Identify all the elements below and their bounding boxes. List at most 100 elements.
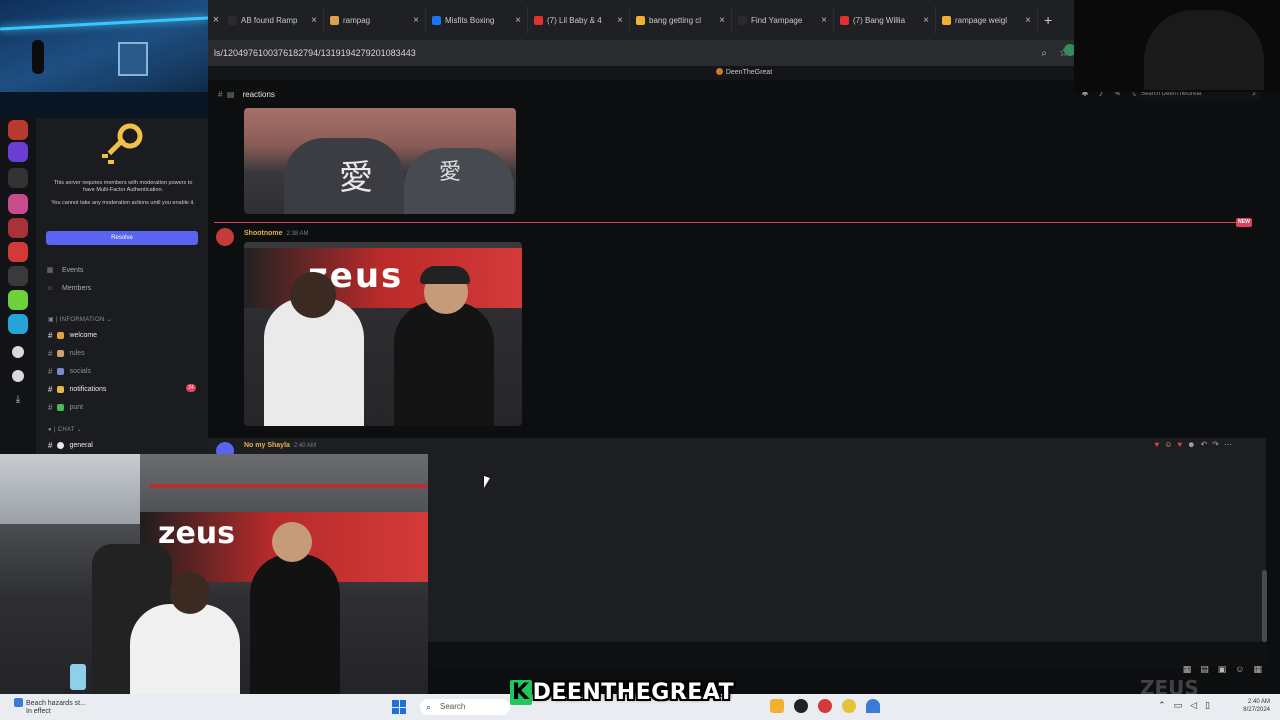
message-author[interactable]: No my Shayla <box>244 442 290 449</box>
sticker-icon[interactable]: ▣ <box>1218 664 1227 675</box>
close-icon[interactable]: × <box>617 15 623 26</box>
browser-tab[interactable]: bang getting cl × <box>630 6 732 34</box>
person-figure <box>250 554 340 694</box>
server-icon[interactable] <box>8 314 28 334</box>
reply-icon[interactable]: ↶ <box>1201 440 1208 449</box>
new-tab-button[interactable]: + <box>1038 12 1052 28</box>
category-label: CHAT <box>57 427 75 433</box>
category-chat[interactable]: ● | CHAT ⌄ <box>48 426 82 433</box>
channel-general[interactable]: # general <box>48 441 93 450</box>
search-icon[interactable]: ⌕ <box>1041 48 1047 59</box>
drink-can <box>70 664 86 690</box>
explore-icon[interactable] <box>12 370 24 382</box>
channel-punt[interactable]: # punt <box>48 403 83 412</box>
browser-tab[interactable]: AB found Ramp × <box>222 6 324 34</box>
browser-tab[interactable]: (7) Lil Baby & 4 × <box>528 6 630 34</box>
close-icon[interactable]: × <box>311 15 317 26</box>
heart-reaction-icon[interactable]: ♥ <box>1177 440 1182 449</box>
battery-icon[interactable]: ▯ <box>1205 700 1210 711</box>
app-icon[interactable] <box>818 699 832 713</box>
bell-icon <box>57 386 65 393</box>
scrollbar[interactable] <box>1262 570 1267 642</box>
server-icon[interactable] <box>8 290 28 310</box>
network-icon[interactable]: ▭ <box>1174 700 1183 711</box>
server-icon[interactable] <box>8 218 28 238</box>
message-composer[interactable] <box>428 642 1268 668</box>
add-reaction-icon[interactable]: ☻ <box>1187 440 1195 449</box>
server-icon[interactable] <box>8 194 28 214</box>
server-icon[interactable] <box>8 168 28 188</box>
category-information[interactable]: ▣ | INFORMATION ⌄ <box>48 316 112 323</box>
apps-icon[interactable]: ▦ <box>1253 664 1262 675</box>
tab-title: (7) Lil Baby & 4 <box>547 15 602 25</box>
taskbar-search[interactable]: ⌕ Search <box>420 699 510 715</box>
chevron-up-icon[interactable]: ⌃ <box>1158 700 1166 711</box>
server-icon[interactable] <box>8 142 28 162</box>
add-server-icon[interactable] <box>12 346 24 358</box>
image-text: 愛 <box>439 160 462 185</box>
address-bar[interactable]: ls/1204976100376182794/13191942792010834… <box>208 40 1074 66</box>
channel-rules[interactable]: # rules <box>48 349 85 358</box>
server-icon[interactable] <box>8 120 28 140</box>
resolve-button[interactable]: Resolve <box>46 231 198 245</box>
windows-start-icon[interactable] <box>392 700 406 714</box>
channel-notifications[interactable]: # notifications <box>48 385 106 394</box>
browser-tab[interactable]: (7) Bang Willia × <box>834 6 936 34</box>
mfa-warning-title: This server requires members with modera… <box>53 180 193 193</box>
channel-welcome[interactable]: # welcome <box>48 331 97 340</box>
close-icon[interactable]: × <box>719 15 725 26</box>
emoji-reaction-icon[interactable]: ☺ <box>1164 440 1172 449</box>
gif-icon[interactable]: ▤ <box>1200 664 1209 675</box>
channel-name: reactions <box>242 89 275 99</box>
tab-title: rampage weigl <box>955 15 1008 25</box>
hash-icon: # <box>48 403 53 412</box>
browser-tab[interactable]: rampag × <box>324 6 426 34</box>
tab-title: Misfits Boxing <box>445 15 495 25</box>
sidebar-item-events[interactable]: ▦ Events <box>46 266 84 275</box>
sidebar-item-members[interactable]: ☺ Members <box>46 285 91 292</box>
hash-icon: # <box>48 331 53 340</box>
message-time: 2:40 AM <box>293 443 316 449</box>
browser-tab[interactable]: rampage weigl × <box>936 6 1038 34</box>
led-strip <box>0 16 208 31</box>
sidebar-item-label: Events <box>62 266 84 274</box>
app-icon[interactable] <box>866 699 880 713</box>
tab-favicon-icon <box>738 15 747 25</box>
download-icon[interactable]: ⤓ <box>12 394 24 406</box>
close-icon[interactable]: × <box>210 14 222 26</box>
chrome-icon[interactable] <box>842 699 856 713</box>
close-icon[interactable]: × <box>413 15 419 26</box>
message-image[interactable]: zeus <box>244 242 522 426</box>
message-image[interactable]: 愛 愛 <box>244 108 516 214</box>
close-icon[interactable]: × <box>821 15 827 26</box>
server-icon[interactable] <box>8 266 28 286</box>
close-icon[interactable]: × <box>515 15 521 26</box>
channel-label: welcome <box>69 332 98 339</box>
message-author[interactable]: Shootnome <box>244 230 283 237</box>
avatar[interactable] <box>216 228 234 246</box>
taskbar-clock[interactable]: 2:40 AM 8/27/2024 <box>1243 698 1270 714</box>
browser-tab[interactable]: Find Yampage × <box>732 6 834 34</box>
members-icon: ☺ <box>46 285 54 292</box>
volume-icon[interactable]: ◁ <box>1190 700 1197 711</box>
app-icon[interactable] <box>794 699 808 713</box>
forward-icon[interactable]: ↷ <box>1212 440 1219 449</box>
close-icon[interactable]: × <box>1025 15 1031 26</box>
browser-tab[interactable]: Misfits Boxing × <box>426 6 528 34</box>
calendar-icon: ▦ <box>46 267 54 274</box>
server-icon[interactable] <box>8 242 28 262</box>
more-icon[interactable]: ⋯ <box>1224 440 1232 449</box>
channel-socials[interactable]: # socials <box>48 367 91 376</box>
heart-reaction-icon[interactable]: ♥ <box>1155 440 1160 449</box>
message-header: Shootnome 2:38 AM <box>244 230 309 237</box>
emoji-icon[interactable]: ☺ <box>1235 664 1244 675</box>
gift-icon[interactable]: ▦ <box>1183 664 1192 675</box>
person-figure <box>272 522 312 562</box>
emoji-icon <box>57 350 65 357</box>
close-icon[interactable]: × <box>923 15 929 26</box>
url-text[interactable]: ls/1204976100376182794/13191942792010834… <box>214 48 1029 58</box>
browser-tab-bar: × AB found Ramp × rampag × Misfits Boxing ×… <box>208 0 1074 40</box>
weather-widget[interactable]: Beach hazards st... In effect <box>14 698 86 716</box>
microphone <box>32 40 44 74</box>
file-explorer-icon[interactable] <box>770 699 784 713</box>
